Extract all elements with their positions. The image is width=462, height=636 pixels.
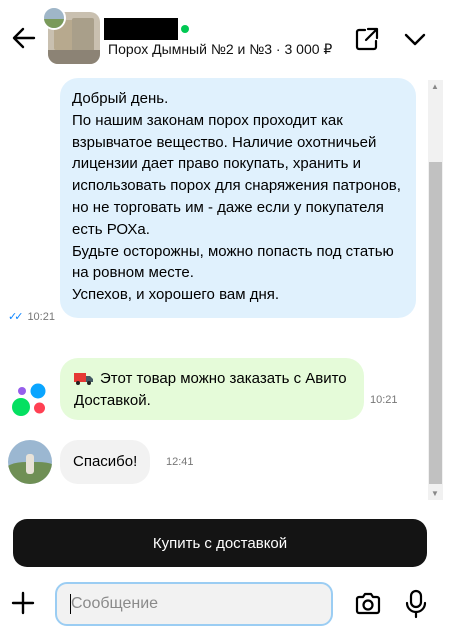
scroll-down-icon[interactable]: ▼ [431,489,439,498]
buy-with-delivery-button[interactable]: Купить с доставкой [13,519,427,567]
delivery-truck-icon [74,373,93,385]
open-listing-icon[interactable] [354,26,380,52]
buyer-avatar[interactable] [8,440,52,484]
scroll-up-icon[interactable]: ▲ [431,82,439,91]
message-line: По нашим законам порох проходит как взры… [72,111,401,238]
seller-name-redacted[interactable] [104,18,178,40]
online-status-dot [181,25,189,33]
message-time: 10:21 [27,310,55,323]
message-line: Успехов, и хорошего вам дня. [72,286,280,304]
avito-logo-icon [12,383,46,416]
message-time: 12:41 [166,456,194,468]
chat-header: Порох Дымный №2 и №3 · 3 000 ₽ [0,0,462,78]
listing-title[interactable]: Порох Дымный №2 и №3 · 3 000 ₽ [108,41,332,58]
incoming-message-bubble[interactable]: Спасибо! [60,440,151,484]
system-message-text: Этот товар можно заказать с Авито Достав… [74,370,347,409]
read-receipt-icon: ✓✓ [8,311,24,323]
text-caret [70,594,71,614]
scrollbar-thumb[interactable] [429,162,442,484]
camera-icon[interactable] [354,591,382,617]
chevron-down-icon[interactable] [402,28,428,50]
back-arrow-icon[interactable] [10,24,38,52]
scrollbar[interactable]: ▲ ▼ [428,80,443,500]
message-time: 10:21 [370,394,398,406]
outgoing-message-meta: ✓✓ 10:21 [8,310,55,324]
outgoing-message-bubble[interactable]: Добрый день. По нашим законам порох прох… [60,78,416,318]
message-input[interactable] [55,582,333,626]
system-message-bubble[interactable]: Этот товар можно заказать с Авито Достав… [60,358,364,420]
seller-avatar [42,6,66,30]
plus-icon[interactable] [10,590,36,616]
incoming-message-text: Спасибо! [73,453,138,470]
message-line: Будьте осторожны, можно попасть под стат… [72,242,394,282]
microphone-icon[interactable] [404,589,428,619]
message-line: Добрый день. [72,90,169,107]
message-list[interactable]: Добрый день. По нашим законам порох прох… [0,78,444,500]
